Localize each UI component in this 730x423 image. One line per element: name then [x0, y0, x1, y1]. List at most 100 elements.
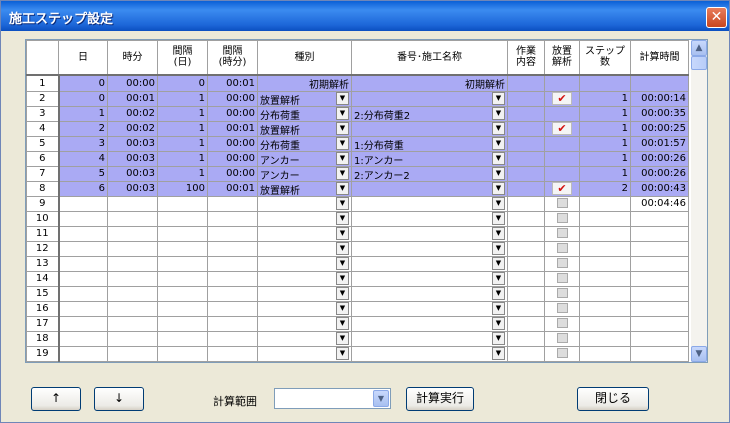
- name-cell[interactable]: ▼: [351, 255, 508, 272]
- interval-day-cell[interactable]: [157, 315, 208, 332]
- time-cell[interactable]: [107, 240, 158, 257]
- interval-day-cell[interactable]: [157, 300, 208, 317]
- name-cell[interactable]: ▼: [351, 210, 508, 227]
- dropdown-arrow-icon[interactable]: ▼: [492, 302, 505, 315]
- row-number[interactable]: 16: [26, 300, 60, 317]
- table-row[interactable]: 11 ▼ ▼: [26, 225, 689, 242]
- dropdown-arrow-icon[interactable]: ▼: [336, 167, 349, 180]
- dropdown-arrow-icon[interactable]: ▼: [492, 242, 505, 255]
- checkbox[interactable]: [556, 333, 568, 343]
- time-cell[interactable]: [107, 315, 158, 332]
- calc-time-cell[interactable]: [630, 255, 689, 272]
- day-cell[interactable]: 6: [58, 180, 108, 197]
- calc-time-cell[interactable]: [630, 300, 689, 317]
- row-number[interactable]: 10: [26, 210, 60, 227]
- name-cell[interactable]: 2:アンカー2 ▼: [351, 165, 508, 182]
- time-cell[interactable]: 00:01: [107, 90, 158, 107]
- calc-time-cell[interactable]: 00:00:35: [630, 105, 689, 122]
- day-cell[interactable]: 0: [58, 74, 108, 92]
- calc-time-cell[interactable]: [630, 345, 689, 362]
- interval-day-cell[interactable]: 1: [157, 150, 208, 167]
- day-cell[interactable]: [58, 240, 108, 257]
- interval-time-cell[interactable]: [207, 210, 258, 227]
- dropdown-arrow-icon[interactable]: ▼: [492, 197, 505, 210]
- kind-cell[interactable]: 放置解析 ▼: [257, 90, 352, 107]
- interval-time-cell[interactable]: 00:00: [207, 165, 258, 182]
- idle-analysis-cell[interactable]: [544, 240, 580, 257]
- table-row[interactable]: 16 ▼ ▼: [26, 300, 689, 317]
- work-cell[interactable]: [507, 105, 545, 122]
- work-cell[interactable]: [507, 285, 545, 302]
- chevron-down-icon[interactable]: ▼: [373, 390, 389, 407]
- interval-time-cell[interactable]: [207, 195, 258, 212]
- day-cell[interactable]: 1: [58, 105, 108, 122]
- work-cell[interactable]: [507, 240, 545, 257]
- kind-cell[interactable]: ▼: [257, 255, 352, 272]
- checkbox[interactable]: [556, 303, 568, 313]
- table-row[interactable]: 10 ▼ ▼: [26, 210, 689, 227]
- column-header[interactable]: 時分: [107, 40, 158, 76]
- dropdown-arrow-icon[interactable]: ▼: [336, 92, 349, 105]
- day-cell[interactable]: [58, 270, 108, 287]
- work-cell[interactable]: [507, 180, 545, 197]
- dropdown-arrow-icon[interactable]: ▼: [336, 257, 349, 270]
- interval-time-cell[interactable]: 00:01: [207, 180, 258, 197]
- day-cell[interactable]: [58, 300, 108, 317]
- interval-time-cell[interactable]: 00:01: [207, 74, 258, 92]
- dropdown-arrow-icon[interactable]: ▼: [492, 332, 505, 345]
- calc-time-cell[interactable]: 00:00:43: [630, 180, 689, 197]
- step-count-cell[interactable]: 1: [579, 120, 631, 137]
- row-number[interactable]: 1: [26, 74, 60, 92]
- row-number[interactable]: 5: [26, 135, 60, 152]
- work-cell[interactable]: [507, 150, 545, 167]
- table-row[interactable]: 3 1 00:02 1 00:00 分布荷重 ▼ 2:分布荷重2 ▼ 1 00:00:35: [26, 105, 689, 122]
- checked-icon[interactable]: ✔: [552, 92, 572, 105]
- dropdown-arrow-icon[interactable]: ▼: [492, 227, 505, 240]
- time-cell[interactable]: 00:03: [107, 150, 158, 167]
- interval-time-cell[interactable]: [207, 255, 258, 272]
- name-cell[interactable]: ▼: [351, 345, 508, 362]
- dropdown-arrow-icon[interactable]: ▼: [492, 272, 505, 285]
- interval-day-cell[interactable]: [157, 270, 208, 287]
- idle-analysis-cell[interactable]: [544, 195, 580, 212]
- kind-cell[interactable]: ▼: [257, 315, 352, 332]
- step-count-cell[interactable]: [579, 330, 631, 347]
- table-row[interactable]: 2 0 00:01 1 00:00 放置解析 ▼ ▼ ✔ 1 00:00:14: [26, 90, 689, 107]
- day-cell[interactable]: [58, 255, 108, 272]
- day-cell[interactable]: [58, 330, 108, 347]
- dropdown-arrow-icon[interactable]: ▼: [336, 272, 349, 285]
- time-cell[interactable]: 00:02: [107, 105, 158, 122]
- table-row[interactable]: 14 ▼ ▼: [26, 270, 689, 287]
- kind-cell[interactable]: ▼: [257, 195, 352, 212]
- table-row[interactable]: 1 0 00:00 0 00:01 初期解析 初期解析: [26, 74, 689, 92]
- table-row[interactable]: 18 ▼ ▼: [26, 330, 689, 347]
- checkbox[interactable]: [556, 258, 568, 268]
- checked-icon[interactable]: ✔: [552, 122, 572, 135]
- kind-cell[interactable]: ▼: [257, 240, 352, 257]
- dropdown-arrow-icon[interactable]: ▼: [492, 212, 505, 225]
- time-cell[interactable]: [107, 285, 158, 302]
- calc-time-cell[interactable]: [630, 330, 689, 347]
- dropdown-arrow-icon[interactable]: ▼: [492, 167, 505, 180]
- name-cell[interactable]: ▼: [351, 195, 508, 212]
- column-header[interactable]: 日: [58, 40, 108, 76]
- time-cell[interactable]: [107, 300, 158, 317]
- name-cell[interactable]: ▼: [351, 180, 508, 197]
- table-row[interactable]: 7 5 00:03 1 00:00 アンカー ▼ 2:アンカー2 ▼ 1 00:00:26: [26, 165, 689, 182]
- time-cell[interactable]: [107, 270, 158, 287]
- step-count-cell[interactable]: [579, 300, 631, 317]
- table-row[interactable]: 8 6 00:03 100 00:01 放置解析 ▼ ▼ ✔ 2 00:00:43: [26, 180, 689, 197]
- day-cell[interactable]: [58, 315, 108, 332]
- step-count-cell[interactable]: [579, 240, 631, 257]
- dropdown-arrow-icon[interactable]: ▼: [336, 152, 349, 165]
- step-count-cell[interactable]: 1: [579, 135, 631, 152]
- step-count-cell[interactable]: 1: [579, 165, 631, 182]
- calc-time-cell[interactable]: 00:00:14: [630, 90, 689, 107]
- calc-time-cell[interactable]: [630, 315, 689, 332]
- dropdown-arrow-icon[interactable]: ▼: [492, 347, 505, 360]
- row-number[interactable]: 4: [26, 120, 60, 137]
- step-count-cell[interactable]: [579, 315, 631, 332]
- close-button[interactable]: 閉じる: [577, 387, 649, 411]
- row-number[interactable]: 14: [26, 270, 60, 287]
- step-count-cell[interactable]: [579, 195, 631, 212]
